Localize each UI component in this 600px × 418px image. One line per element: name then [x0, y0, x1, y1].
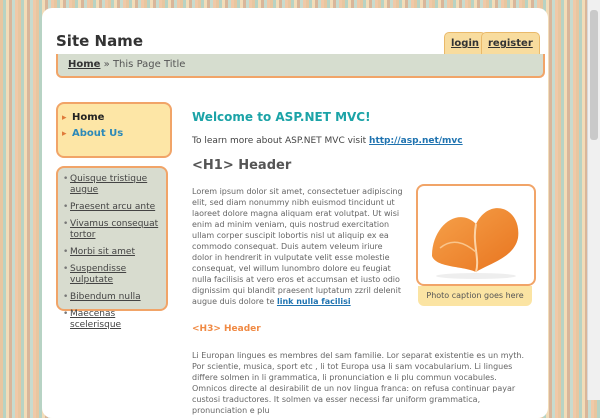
sidebar-link[interactable]: Bibendum nulla: [58, 292, 166, 303]
intro-label: To learn more about ASP.NET MVC visit: [192, 136, 367, 146]
scrollbar-thumb[interactable]: [590, 10, 598, 140]
asp-net-link[interactable]: http://asp.net/mvc: [369, 136, 463, 146]
lorem-paragraph: Lorem ipsum dolor sit amet, consectetuer…: [192, 186, 404, 307]
heart-ribbon-image: [432, 208, 519, 279]
page-title: Welcome to ASP.NET MVC!: [192, 110, 371, 124]
sidebar-link[interactable]: Maecenas scelerisque: [58, 309, 166, 331]
login-link[interactable]: login: [444, 32, 487, 55]
main-nav: Home About Us: [56, 102, 172, 158]
sidebar-links: Quisque tristique augue Praesent arcu an…: [56, 166, 168, 330]
photo-caption: Photo caption goes here: [418, 286, 532, 306]
page-container: Site Name login register Home » This Pag…: [42, 8, 548, 418]
sidebar-link[interactable]: Vivamus consequat tortor: [58, 219, 166, 241]
site-name: Site Name: [56, 32, 143, 50]
body-paragraph: Li Europan lingues es membres del sam fa…: [192, 351, 525, 415]
vertical-scrollbar[interactable]: [587, 0, 600, 400]
nav-item-about-us[interactable]: About Us: [58, 126, 170, 142]
sidebar-link[interactable]: Praesent arcu ante: [58, 202, 166, 213]
sidebar-link[interactable]: Quisque tristique augue: [58, 174, 166, 196]
register-link[interactable]: register: [481, 32, 540, 55]
photo-frame: [416, 184, 536, 286]
h1-header: <H1> Header: [192, 158, 292, 173]
nav-item-home[interactable]: Home: [58, 110, 170, 126]
sidebar-link[interactable]: Morbi sit amet: [58, 247, 166, 258]
inline-link[interactable]: link nulla facilisi: [277, 297, 351, 306]
lorem-text: Lorem ipsum dolor sit amet, consectetuer…: [192, 187, 403, 306]
breadcrumb-home-link[interactable]: Home: [68, 59, 100, 70]
sidebar-link[interactable]: Suspendisse vulputate: [58, 264, 166, 286]
breadcrumb-current: This Page Title: [112, 59, 186, 70]
intro-text: To learn more about ASP.NET MVC visit ht…: [192, 136, 463, 146]
h3-header: <H3> Header: [192, 324, 261, 334]
breadcrumb-separator: »: [103, 59, 110, 70]
breadcrumb: Home » This Page Title: [56, 54, 545, 78]
